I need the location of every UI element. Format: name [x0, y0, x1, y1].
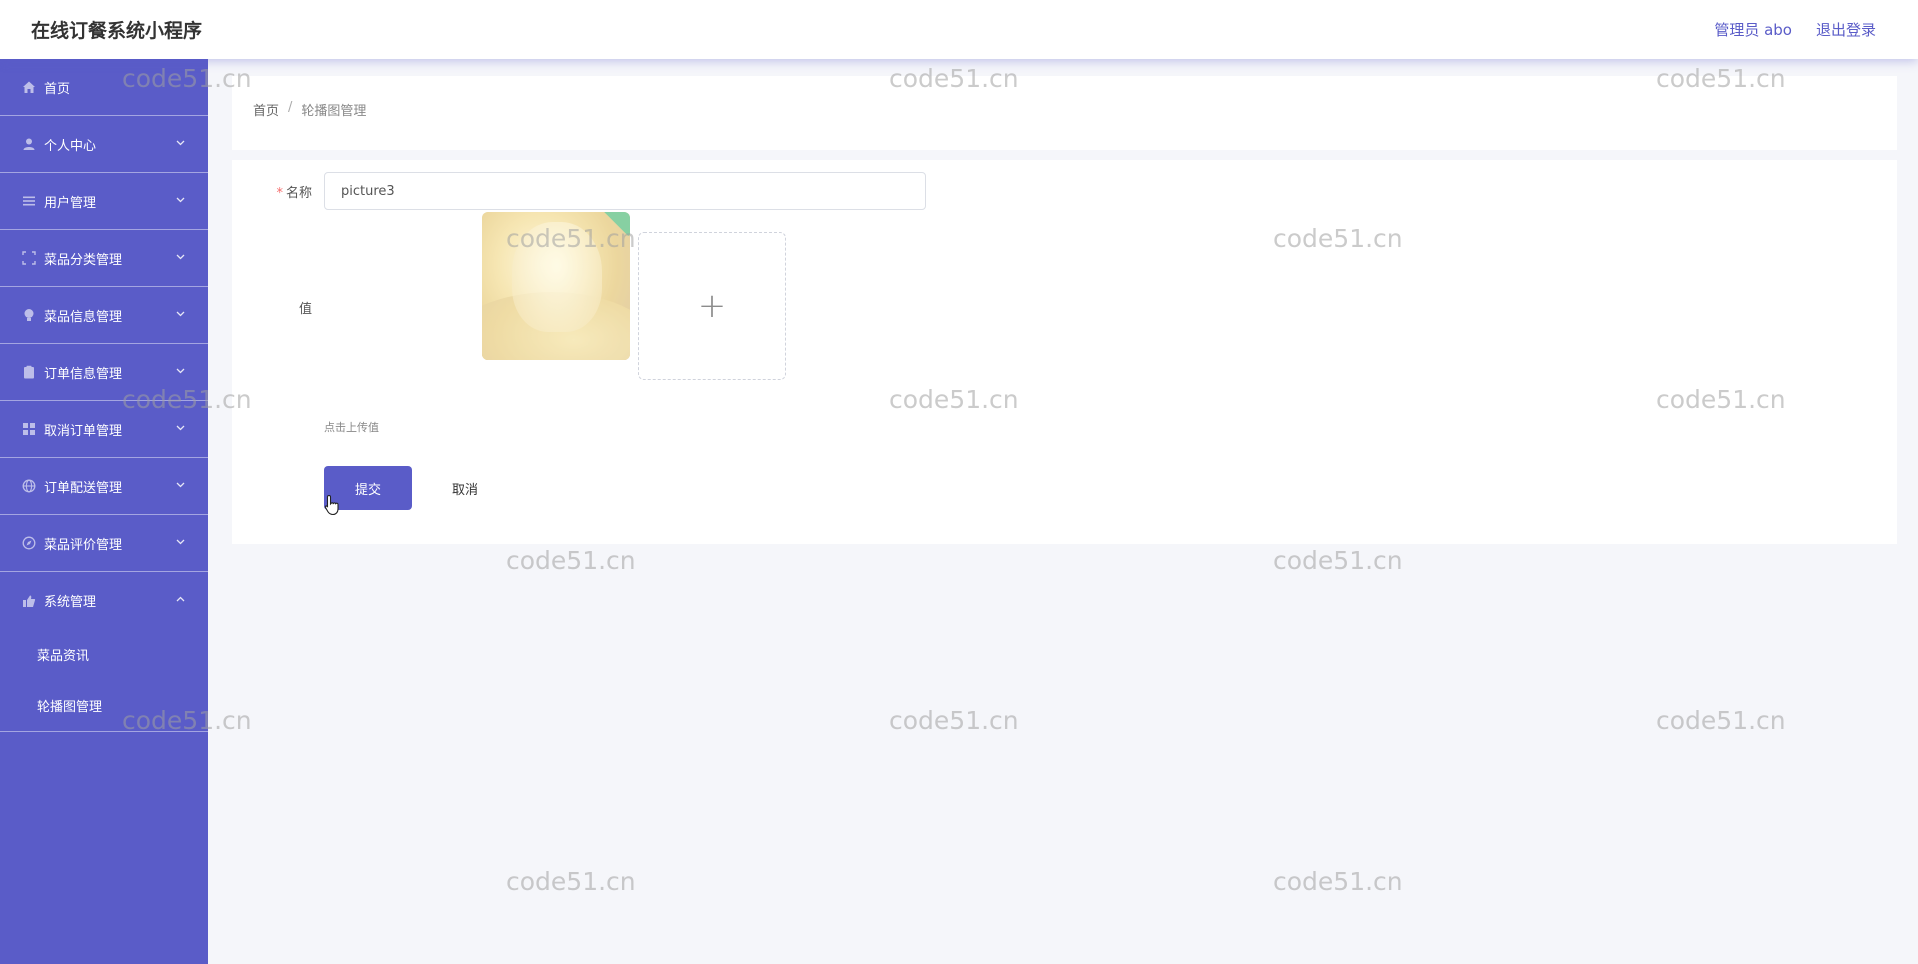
- user-icon: [22, 137, 36, 151]
- carousel-form: *名称 值 + 点击上传值 提交 取消: [232, 160, 1897, 544]
- watermark: code51.cn: [1273, 867, 1403, 896]
- sidebar-item-label: 个人中心: [44, 138, 97, 154]
- list-icon: [22, 194, 36, 208]
- sidebar-item-personal-center[interactable]: 个人中心: [0, 116, 208, 173]
- uploaded-image-thumbnail[interactable]: [482, 212, 630, 360]
- sidebar-item-dish-category[interactable]: 菜品分类管理: [0, 230, 208, 287]
- sidebar-item-label: 订单配送管理: [44, 480, 123, 496]
- sidebar-item-dish-info[interactable]: 菜品信息管理: [0, 287, 208, 344]
- sidebar-item-order-delivery[interactable]: 订单配送管理: [0, 458, 208, 515]
- sidebar-subitem-carousel[interactable]: 轮播图管理: [0, 680, 208, 731]
- breadcrumb-home[interactable]: 首页: [253, 100, 279, 119]
- name-field-label: * 名称: [276, 186, 312, 201]
- home-icon: [22, 80, 36, 94]
- sidebar-item-dish-review[interactable]: 菜品评价管理: [0, 515, 208, 572]
- watermark: code51.cn: [889, 706, 1019, 735]
- chevron-up-icon: [175, 594, 186, 608]
- sidebar-item-order-info[interactable]: 订单信息管理: [0, 344, 208, 401]
- image-overlay: [482, 212, 630, 360]
- breadcrumb-card: 首页 / 轮播图管理: [232, 76, 1897, 150]
- watermark: code51.cn: [1656, 706, 1786, 735]
- cancel-button[interactable]: 取消: [428, 466, 502, 510]
- chevron-down-icon: [175, 137, 186, 151]
- sidebar-item-label: 菜品信息管理: [44, 309, 123, 325]
- admin-user-label[interactable]: 管理员 abo: [1714, 19, 1792, 40]
- image-upload-button[interactable]: +: [638, 232, 786, 380]
- breadcrumb: 首页 / 轮播图管理: [253, 100, 366, 119]
- sidebar-item-label: 取消订单管理: [44, 423, 123, 439]
- sidebar-item-label: 菜品评价管理: [44, 537, 123, 553]
- logout-button[interactable]: 退出登录: [1816, 19, 1876, 40]
- plus-icon: +: [697, 286, 727, 326]
- top-header: 在线订餐系统小程序 管理员 abo 退出登录: [0, 0, 1918, 59]
- watermark: code51.cn: [506, 546, 636, 575]
- sidebar: 首页 个人中心 用户管理 菜品分类管理 菜品信息管理 订单信息管理 取消订单管理…: [0, 59, 208, 964]
- globe-icon: [22, 479, 36, 493]
- compass-icon: [22, 536, 36, 550]
- chevron-down-icon: [175, 422, 186, 436]
- chevron-down-icon: [175, 251, 186, 265]
- value-field-label: 值: [298, 302, 312, 317]
- sidebar-item-label: 首页: [44, 81, 71, 97]
- watermark: code51.cn: [506, 867, 636, 896]
- system-management-submenu: 菜品资讯 轮播图管理: [0, 629, 208, 732]
- sidebar-item-label: 菜品分类管理: [44, 252, 123, 268]
- app-title: 在线订餐系统小程序: [31, 20, 203, 42]
- sidebar-item-label: 用户管理: [44, 195, 97, 211]
- chevron-down-icon: [175, 194, 186, 208]
- sidebar-subitem-dish-news[interactable]: 菜品资讯: [0, 629, 208, 680]
- chevron-down-icon: [175, 308, 186, 322]
- bulb-icon: [22, 308, 36, 322]
- chevron-down-icon: [175, 479, 186, 493]
- sidebar-item-user-management[interactable]: 用户管理: [0, 173, 208, 230]
- sidebar-item-label: 系统管理: [44, 595, 97, 610]
- grid-icon: [22, 422, 36, 436]
- breadcrumb-current: 轮播图管理: [301, 104, 367, 119]
- sidebar-item-cancel-order[interactable]: 取消订单管理: [0, 401, 208, 458]
- thumb-icon: [22, 594, 36, 608]
- pointer-cursor-icon: [324, 494, 342, 521]
- watermark: code51.cn: [1273, 546, 1403, 575]
- header-actions: 管理员 abo 退出登录: [1714, 19, 1876, 40]
- sidebar-item-home[interactable]: 首页: [0, 59, 208, 116]
- breadcrumb-separator: /: [288, 100, 293, 115]
- name-input[interactable]: [324, 172, 926, 210]
- frame-icon: [22, 251, 36, 265]
- upload-hint: 点击上传值: [324, 421, 379, 434]
- sidebar-item-label: 订单信息管理: [44, 366, 123, 382]
- chevron-down-icon: [175, 536, 186, 550]
- chevron-down-icon: [175, 365, 186, 379]
- required-asterisk: *: [276, 186, 283, 201]
- sidebar-item-system-management[interactable]: 系统管理: [0, 572, 208, 629]
- clipboard-icon: [22, 365, 36, 379]
